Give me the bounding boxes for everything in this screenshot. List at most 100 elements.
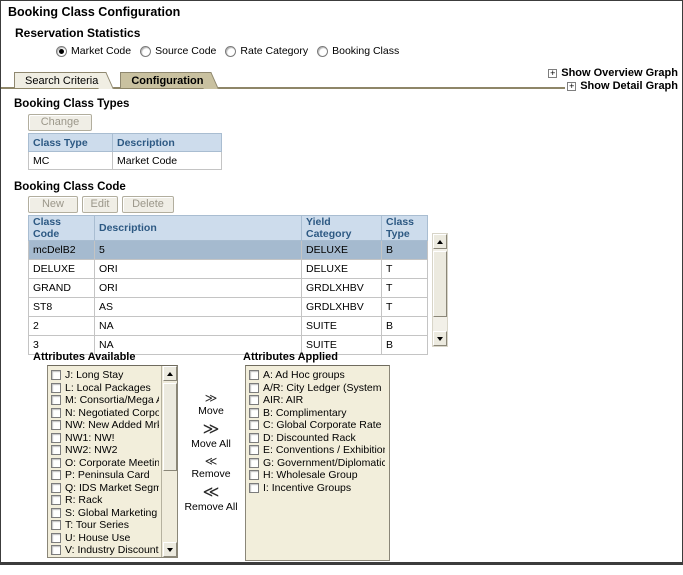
checkbox-icon[interactable] [51,408,61,418]
attribute-applied-item[interactable]: A/R: City Ledger (System Used) [249,382,385,395]
table-scrollbar[interactable] [432,233,448,347]
item-label: A: Ad Hoc groups [263,369,345,381]
checkbox-icon[interactable] [249,483,259,493]
checkbox-icon[interactable] [249,383,259,393]
listbox-scrollbar[interactable] [161,366,177,557]
attributes-applied-listbox[interactable]: A: Ad Hoc groups A/R: City Ledger (Syste… [245,365,390,561]
cell-description: Market Code [113,152,222,170]
checkbox-icon[interactable] [51,520,61,530]
attribute-available-item[interactable]: N: Negotiated Corporate [51,407,159,420]
booking-class-configuration-window: Booking Class Configuration Reservation … [0,0,683,575]
attribute-available-item[interactable]: R: Rack [51,494,159,507]
table-row[interactable]: GRAND ORI GRDLXHBV T [29,279,428,298]
attribute-available-item[interactable]: P: Peninsula Card [51,469,159,482]
attribute-applied-item[interactable]: I: Incentive Groups [249,482,385,495]
table-row[interactable]: MC Market Code [29,152,222,170]
attribute-applied-item[interactable]: B: Complimentary [249,407,385,420]
scroll-up-button[interactable] [163,366,177,381]
tab-search-criteria[interactable]: Search Criteria [14,72,102,88]
attribute-applied-item[interactable]: D: Discounted Rack [249,432,385,445]
attribute-applied-item[interactable]: A: Ad Hoc groups [249,369,385,382]
checkbox-icon[interactable] [249,420,259,430]
table-row[interactable]: 2 NA SUITE B [29,317,428,336]
attributes-available-listbox[interactable]: J: Long Stay L: Local Packages M: Consor… [47,365,178,558]
scroll-down-button[interactable] [433,331,447,346]
attribute-available-item[interactable]: M: Consortia/Mega Agencies [51,394,159,407]
checkbox-icon[interactable] [51,433,61,443]
item-label: R: Rack [65,494,102,506]
attribute-available-item[interactable]: L: Local Packages [51,382,159,395]
attribute-available-item[interactable]: T: Tour Series [51,519,159,532]
attribute-applied-item[interactable]: C: Global Corporate Rate [249,419,385,432]
checkbox-icon[interactable] [51,533,61,543]
checkbox-icon[interactable] [51,445,61,455]
attribute-available-item[interactable]: S: Global Marketing Programme [51,507,159,520]
checkbox-icon[interactable] [249,458,259,468]
move-all-button[interactable]: ≫ Move All [191,421,231,454]
show-detail-graph-link[interactable]: + Show Detail Graph [565,80,678,92]
attribute-available-item[interactable]: O: Corporate Meetings [51,457,159,470]
cell: ST8 [29,298,95,317]
scrollbar-thumb[interactable] [163,383,177,471]
expand-plus-icon[interactable]: + [548,69,557,78]
attribute-applied-item[interactable]: AIR: AIR [249,394,385,407]
scroll-down-button[interactable] [163,542,177,557]
attribute-available-item[interactable]: NW: New Added Mrkt Code [51,419,159,432]
show-overview-graph-label: Show Overview Graph [561,67,678,79]
table-header-row: Class Code Description Yield Category Cl… [29,216,428,241]
table-row-selected[interactable]: mcDelB2 5 DELUXE B [29,241,428,260]
radio-market-code[interactable]: Market Code [56,45,131,57]
checkbox-icon[interactable] [249,408,259,418]
scrollbar-thumb[interactable] [433,251,447,317]
checkbox-icon[interactable] [249,445,259,455]
attribute-available-item[interactable]: V: Industry Discounts [51,544,159,557]
checkbox-icon[interactable] [51,508,61,518]
item-label: L: Local Packages [65,382,151,394]
attribute-applied-item[interactable]: G: Government/Diplomatic [249,457,385,470]
radio-icon [140,46,151,57]
move-button[interactable]: ≫ Move [198,391,224,421]
checkbox-icon[interactable] [249,395,259,405]
new-button[interactable]: New [28,196,78,213]
remove-button[interactable]: ≪ Remove [191,454,230,484]
attribute-available-item[interactable]: Q: IDS Market Segment [51,482,159,495]
checkbox-icon[interactable] [51,545,61,555]
item-label: NW: New Added Mrkt Code [65,419,159,431]
item-label: U: House Use [65,532,130,544]
expand-plus-icon[interactable]: + [567,82,576,91]
checkbox-icon[interactable] [51,470,61,480]
table-row[interactable]: ST8 AS GRDLXHBV T [29,298,428,317]
checkbox-icon[interactable] [51,370,61,380]
checkbox-icon[interactable] [51,420,61,430]
attribute-available-item[interactable]: U: House Use [51,532,159,545]
checkbox-icon[interactable] [51,495,61,505]
scroll-up-button[interactable] [433,234,447,249]
attribute-applied-item[interactable]: H: Wholesale Group [249,469,385,482]
show-overview-graph-link[interactable]: + Show Overview Graph [546,67,678,79]
edit-button[interactable]: Edit [82,196,118,213]
table-row[interactable]: DELUXE ORI DELUXE T [29,260,428,279]
item-label: NW1: NW! [65,432,115,444]
radio-rate-category[interactable]: Rate Category [225,45,308,57]
attribute-available-item[interactable]: NW2: NW2 [51,444,159,457]
checkbox-icon[interactable] [249,370,259,380]
cell: DELUXE [302,241,382,260]
checkbox-icon[interactable] [249,470,259,480]
checkbox-icon[interactable] [51,483,61,493]
item-label: G: Government/Diplomatic [263,457,385,469]
delete-button[interactable]: Delete [122,196,174,213]
checkbox-icon[interactable] [51,458,61,468]
attribute-applied-item[interactable]: E: Conventions / Exhibitions [249,444,385,457]
down-arrow-icon [437,337,443,341]
radio-source-code[interactable]: Source Code [140,45,216,57]
change-button[interactable]: Change [28,114,92,131]
checkbox-icon[interactable] [51,395,61,405]
column-header-class-type: Class Type [29,134,113,152]
attribute-available-item[interactable]: J: Long Stay [51,369,159,382]
attribute-available-item[interactable]: NW1: NW! [51,432,159,445]
remove-all-button[interactable]: ≪ Remove All [184,484,237,517]
tab-configuration[interactable]: Configuration [120,72,207,88]
checkbox-icon[interactable] [249,433,259,443]
radio-booking-class[interactable]: Booking Class [317,45,399,57]
checkbox-icon[interactable] [51,383,61,393]
